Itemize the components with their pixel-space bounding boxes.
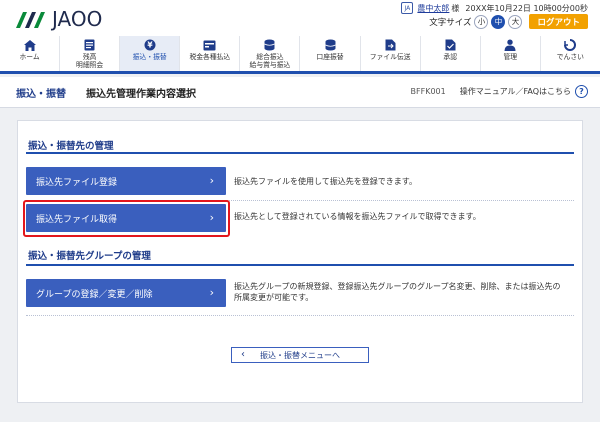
logout-button[interactable]: ログアウト: [529, 14, 588, 29]
nav-file-transfer[interactable]: ファイル伝送: [361, 36, 421, 71]
button-label: グループの登録／変更／削除: [36, 289, 153, 300]
svg-text:¥: ¥: [147, 41, 153, 50]
font-size-large-button[interactable]: 大: [508, 14, 523, 29]
user-icon: JA: [401, 2, 414, 14]
page-header-right: BFFK001 操作マニュアル／FAQはこちら ?: [411, 85, 588, 98]
nav-transfer[interactable]: ¥ 振込・振替: [120, 36, 181, 71]
nav-label: ホーム: [19, 53, 40, 61]
nav-account-debit[interactable]: 口座振替: [300, 36, 361, 71]
get-payee-file-button[interactable]: 振込先ファイル取得 ›: [26, 204, 226, 232]
nav-label: 税金各種払込: [189, 53, 231, 61]
transfer-icon: ¥: [143, 39, 157, 51]
bulk-transfer-icon: [263, 39, 277, 51]
main-nav: ホーム 残高 明細照会 ¥ 振込・振替 税金各種払込 総合振込 給与賞与振込 口…: [0, 36, 600, 74]
font-size-medium-button[interactable]: 中: [491, 14, 506, 29]
row-description: 振込先グループの新規登録、登録振込先グループのグループ名変更、削除、または振込先…: [234, 282, 561, 302]
nav-bulk-transfer[interactable]: 総合振込 給与賞与振込: [240, 36, 301, 71]
nav-label: 管理: [503, 53, 518, 61]
nav-label: 振込・振替: [132, 53, 167, 61]
nav-label: 口座振替: [316, 53, 344, 61]
account-debit-icon: [323, 39, 337, 51]
nav-label: 総合振込 給与賞与振込: [249, 53, 291, 69]
group-register-change-delete-button[interactable]: グループの登録／変更／削除 ›: [26, 279, 226, 307]
nav-densai[interactable]: でんさい: [541, 36, 600, 71]
file-transfer-icon: [383, 39, 397, 51]
nav-admin[interactable]: 管理: [481, 36, 541, 71]
help-icon[interactable]: ?: [575, 85, 588, 98]
tax-payment-icon: [203, 39, 217, 51]
breadcrumb-section: 振込・振替: [16, 88, 66, 100]
last-login: 20XX年10月22日 10時00分00秒: [465, 3, 588, 13]
chevron-right-icon: ›: [209, 286, 214, 299]
row-divider: [26, 315, 574, 316]
font-size-control: 文字サイズ 小 中 大 ログアウト: [429, 14, 588, 29]
logo-text: JAOO: [52, 7, 103, 31]
densai-icon: [563, 39, 577, 51]
button-label: 振込先ファイル登録: [36, 177, 118, 188]
content-panel: 振込・振替先の管理 振込先ファイル登録 › 振込先ファイルを使用して振込先を登録…: [17, 120, 583, 403]
user-name-link[interactable]: 農中太郎: [417, 3, 449, 14]
user-honorific: 様: [451, 3, 460, 13]
nav-approval[interactable]: 承認: [421, 36, 481, 71]
section-divider: [26, 152, 574, 154]
button-label: 振込・振替メニューへ: [260, 350, 340, 360]
section-title: 振込・振替先の管理: [28, 141, 114, 152]
approval-icon: [443, 39, 457, 51]
nav-balance[interactable]: 残高 明細照会: [60, 36, 121, 71]
register-payee-file-button[interactable]: 振込先ファイル登録 ›: [26, 167, 226, 195]
row-description: 振込先として登録されている情報を振込先ファイルで取得できます。: [234, 212, 481, 221]
page-title: 振込先管理作業内容選択: [86, 88, 196, 100]
button-label: 振込先ファイル取得: [36, 214, 118, 225]
section-title: 振込・振替先グループの管理: [28, 251, 151, 262]
chevron-left-icon: ‹: [241, 349, 245, 360]
back-to-transfer-menu-button[interactable]: ‹ 振込・振替メニューへ: [231, 347, 369, 363]
nav-label: 承認: [443, 53, 457, 61]
nav-label: ファイル伝送: [369, 53, 411, 61]
nav-home[interactable]: ホーム: [0, 36, 61, 71]
nav-tax[interactable]: 税金各種払込: [180, 36, 241, 71]
logo: JAOO: [14, 7, 102, 31]
page-header: 振込・振替 振込先管理作業内容選択 BFFK001 操作マニュアル／FAQはこち…: [0, 77, 600, 108]
home-icon: [23, 39, 37, 51]
top-bar: JAOO JA 農中太郎 様 20XX年10月22日 10時00分00秒 文字サ…: [0, 0, 600, 36]
chevron-right-icon: ›: [209, 211, 214, 224]
nav-label: 残高 明細照会: [76, 53, 104, 69]
ja-mark-icon: [16, 12, 45, 28]
help-link[interactable]: 操作マニュアル／FAQはこちら: [460, 86, 571, 97]
passbook-icon: [83, 39, 97, 51]
row-description: 振込先ファイルを使用して振込先を登録できます。: [234, 177, 417, 186]
user-info: JA 農中太郎 様 20XX年10月22日 10時00分00秒: [401, 2, 588, 14]
section-divider: [26, 264, 574, 266]
font-size-small-button[interactable]: 小: [474, 14, 489, 29]
font-size-label: 文字サイズ: [429, 17, 472, 28]
screen-code: BFFK001: [410, 87, 446, 96]
chevron-right-icon: ›: [209, 174, 214, 187]
nav-label: でんさい: [556, 53, 584, 61]
admin-icon: [503, 39, 517, 51]
